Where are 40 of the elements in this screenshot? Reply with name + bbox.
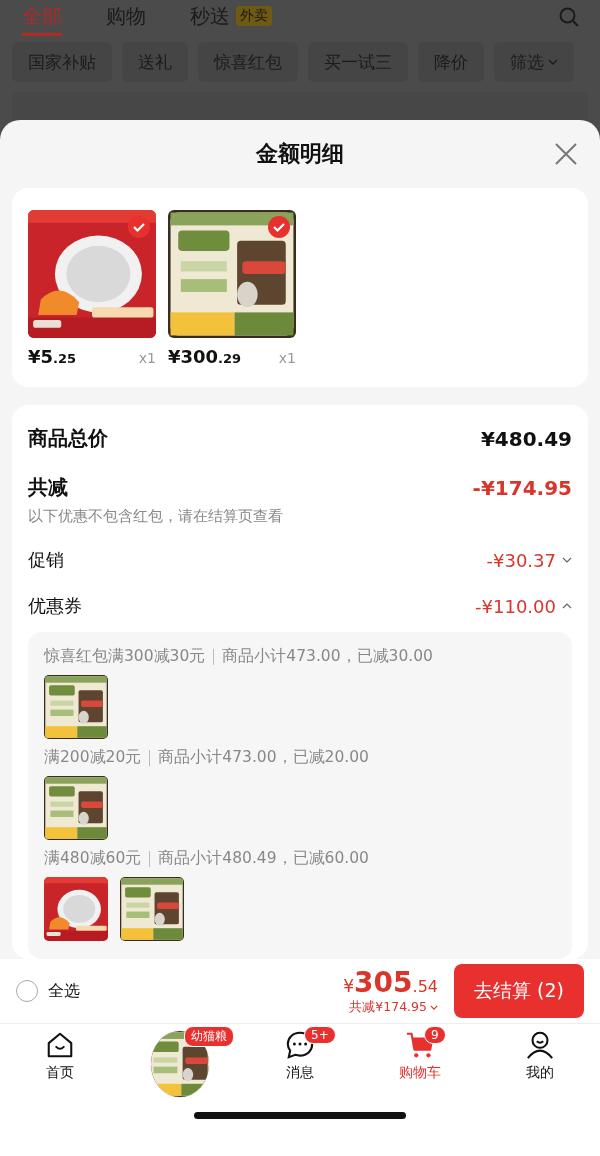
coupon-detail: 商品小计480.49，已减60.00 — [158, 848, 369, 869]
discount-type-label: 优惠券 — [28, 594, 82, 618]
total-label: 商品总价 — [28, 425, 108, 452]
count-badge: 5+ — [304, 1026, 336, 1044]
select-all-label: 全选 — [48, 980, 81, 1002]
coupon-detail: 商品小计473.00，已减30.00 — [222, 646, 433, 667]
coupon-rule: 满200减20元 — [44, 747, 142, 768]
check-icon[interactable] — [268, 216, 290, 238]
total-price: ¥305.54 — [343, 966, 438, 999]
check-icon[interactable] — [128, 216, 150, 238]
discount-value: -¥174.95 — [472, 475, 572, 500]
close-icon[interactable] — [554, 142, 578, 166]
quantity: x1 — [278, 350, 296, 366]
chevron-down-icon[interactable] — [562, 557, 572, 563]
discount-amount: -¥30.37 — [486, 549, 556, 571]
saved-amount[interactable]: 共减¥174.95 — [349, 999, 438, 1016]
discount-note: 以下优惠不包含红包，请在结算页查看 — [28, 507, 284, 526]
discount-type-label: 促销 — [28, 548, 64, 572]
nav-item[interactable]: 首页 — [0, 1030, 120, 1106]
select-all-radio[interactable] — [16, 980, 38, 1002]
chevron-up-icon[interactable] — [562, 603, 572, 609]
tab-badge: 外卖 — [236, 6, 272, 26]
nav-item[interactable]: 我的 — [480, 1030, 600, 1106]
total-value: ¥480.49 — [480, 426, 572, 451]
chevron-down-icon — [430, 1005, 438, 1010]
product-price: ¥300.29 — [168, 346, 242, 367]
count-badge: 9 — [424, 1026, 446, 1044]
quantity: x1 — [138, 350, 156, 366]
coupon-detail: 商品小计473.00，已减20.00 — [158, 747, 369, 768]
sheet-title: 金额明细 — [256, 140, 344, 168]
count-badge: 幼猫粮 — [184, 1026, 234, 1047]
coupon-rule: 满480减60元 — [44, 848, 142, 869]
coupon-rule: 惊喜红包满300减30元 — [44, 646, 206, 667]
top-tab[interactable]: 全部 — [22, 2, 62, 36]
discount-label: 共减 — [28, 474, 68, 501]
discount-amount: -¥110.00 — [475, 595, 556, 617]
product-price: ¥5.25 — [28, 346, 77, 367]
person-icon — [525, 1030, 555, 1060]
checkout-button[interactable]: 去结算 (2) — [454, 964, 584, 1018]
home-icon — [45, 1030, 75, 1060]
